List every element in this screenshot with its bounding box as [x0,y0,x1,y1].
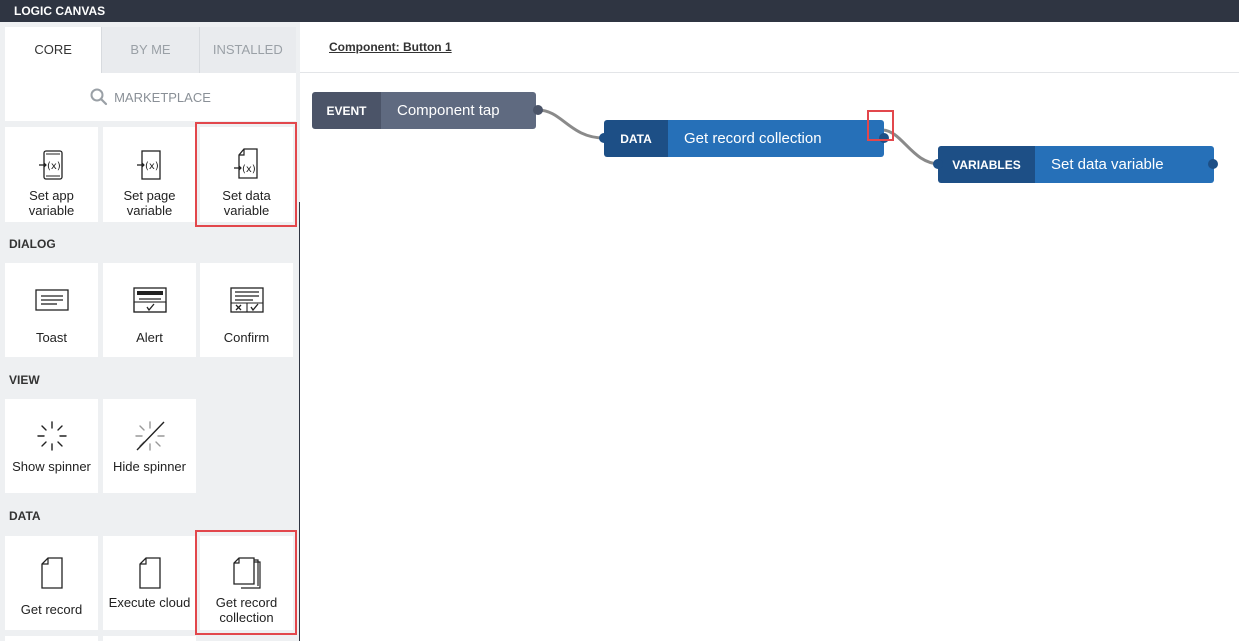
output-port[interactable] [1208,159,1218,169]
tile-hide-spinner[interactable]: Hide spinner [103,399,196,493]
search-icon [90,88,108,106]
tile-label: Set app variable [28,188,75,218]
node-name-label: Component tap [381,92,536,129]
node-variables[interactable]: VARIABLES Set data variable [933,146,1218,183]
tile-label: Alert [136,330,163,345]
tile-set-data-variable[interactable]: (x) Set data variable [200,127,293,222]
input-port[interactable] [599,133,609,143]
output-port[interactable] [879,133,889,143]
sidebar: CORE BY ME INSTALLED MARKETPLACE (x) Set… [0,22,300,641]
tile-show-spinner[interactable]: Show spinner [5,399,98,493]
tile-label: Set page variable [123,188,176,218]
tile-partial [5,636,98,641]
section-dialog: DIALOG [9,237,56,251]
marketplace-label: MARKETPLACE [114,89,211,105]
breadcrumb[interactable]: Component: Button 1 [329,40,452,54]
tile-partial [103,636,196,641]
node-name-label: Get record collection [668,120,884,157]
input-port[interactable] [933,159,943,169]
tile-label: Toast [35,330,68,345]
tile-label: Hide spinner [113,459,186,474]
alert-icon [103,287,196,313]
set-app-variable-icon: (x) [5,149,98,181]
tab-core[interactable]: CORE [5,27,102,73]
node-kind-label: DATA [604,120,668,157]
hide-spinner-icon [103,419,196,453]
tab-installed[interactable]: INSTALLED [198,27,296,73]
output-port[interactable] [533,105,543,115]
tile-get-record[interactable]: Get record [5,536,98,630]
tile-label: Show spinner [12,459,91,474]
tile-set-page-variable[interactable]: (x) Set page variable [103,127,196,222]
get-record-collection-icon [200,556,293,590]
tile-label: Execute cloud [108,595,191,610]
tile-execute-cloud[interactable]: Execute cloud [103,536,196,630]
marketplace-button[interactable]: MARKETPLACE [5,73,296,121]
show-spinner-icon [5,419,98,453]
execute-cloud-icon [103,556,196,590]
section-data: DATA [9,509,41,523]
node-kind-label: EVENT [312,92,381,129]
palette-tabs: CORE BY ME INSTALLED [5,27,296,73]
node-data[interactable]: DATA Get record collection [599,120,889,157]
tile-label: Get record [20,602,83,617]
tile-label: Get record collection [215,595,278,625]
set-page-variable-icon: (x) [103,149,196,181]
svg-text:(x): (x) [47,161,61,172]
toast-icon [5,289,98,311]
logic-canvas[interactable]: Component: Button 1 EVENT Component tap … [300,22,1239,641]
tile-get-record-collection[interactable]: Get record collection [200,536,293,630]
tile-confirm[interactable]: Confirm [200,263,293,357]
section-view: VIEW [9,373,40,387]
tile-alert[interactable]: Alert [103,263,196,357]
tile-label: Confirm [223,330,270,345]
node-name-label: Set data variable [1035,146,1214,183]
set-data-variable-icon: (x) [200,147,293,181]
svg-text:(x): (x) [242,164,256,175]
tile-set-app-variable[interactable]: (x) Set app variable [5,127,98,222]
tile-toast[interactable]: Toast [5,263,98,357]
node-kind-label: VARIABLES [938,146,1035,183]
confirm-icon [200,287,293,313]
app-title: LOGIC CANVAS [0,0,1239,22]
svg-text:(x): (x) [145,161,159,172]
get-record-icon [5,556,98,590]
node-event[interactable]: EVENT Component tap [312,92,543,129]
tab-by-me[interactable]: BY ME [101,27,199,73]
tile-label: Set data variable [222,188,271,218]
